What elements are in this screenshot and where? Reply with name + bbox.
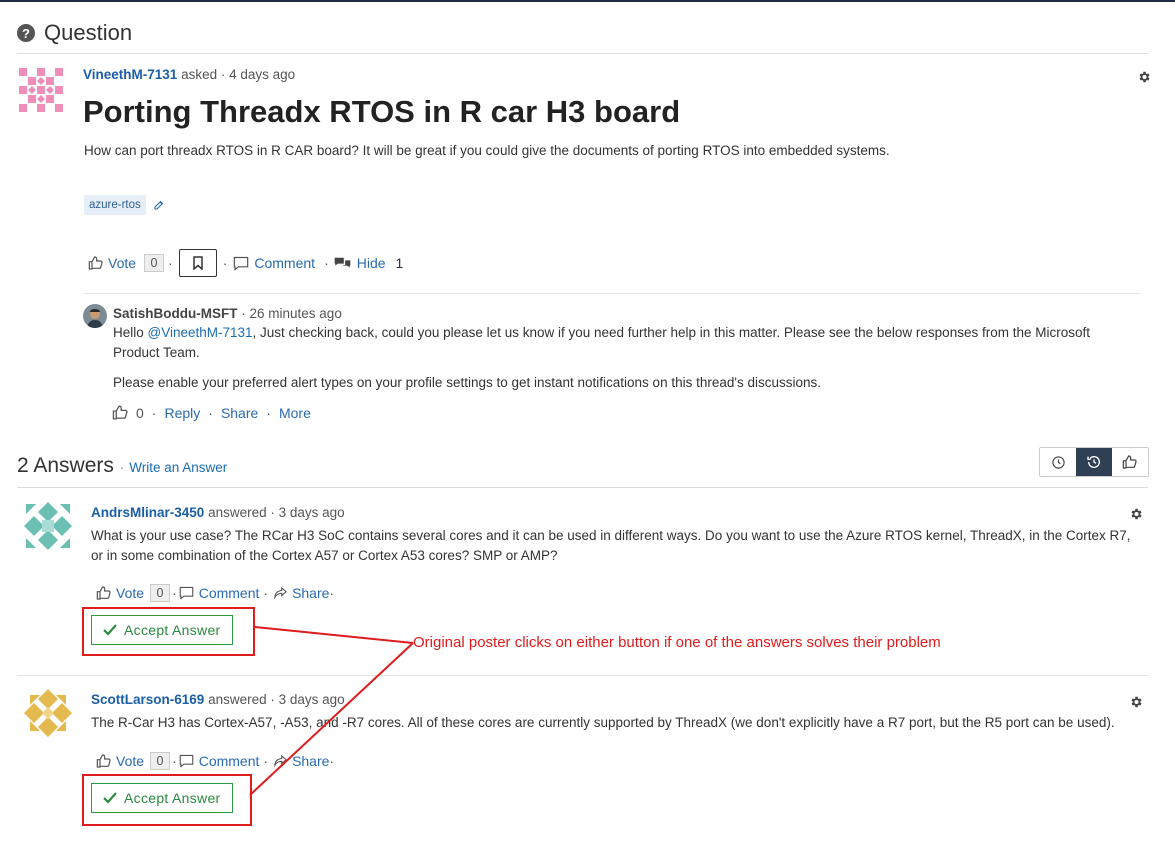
thumbs-up-icon[interactable]	[96, 753, 112, 769]
separator-dot: ·	[119, 460, 125, 475]
question-body: How can port threadx RTOS in R CAR board…	[84, 143, 890, 158]
more-button[interactable]: More	[279, 405, 311, 421]
separator-dot: ·	[168, 255, 173, 271]
hide-comments-button[interactable]: Hide	[357, 255, 386, 271]
separator-dot: ·	[151, 404, 157, 421]
highlight-box	[82, 607, 255, 656]
share-button[interactable]: Share	[292, 753, 329, 769]
gear-icon[interactable]	[1129, 507, 1143, 521]
asker-name[interactable]: VineethM-7131	[83, 67, 177, 82]
reply-button[interactable]: Reply	[164, 405, 200, 421]
comment-icon[interactable]	[179, 754, 194, 768]
answer-body: What is your use case? The RCar H3 SoC c…	[91, 528, 1131, 563]
answer-actions: Vote 0 · Comment · Share ·	[96, 752, 334, 770]
question-title: Porting Threadx RTOS in R car H3 board	[83, 94, 681, 129]
mention-link[interactable]: @VineethM-7131	[148, 325, 253, 340]
comment-button[interactable]: Comment	[199, 585, 260, 601]
divider	[17, 675, 1148, 676]
history-icon	[1087, 456, 1100, 468]
vote-count: 0	[144, 254, 165, 272]
comment-icon[interactable]	[179, 586, 194, 600]
comment-text: , Just checking back, could you please l…	[113, 325, 1090, 360]
thumbs-up-icon[interactable]	[88, 255, 104, 271]
comments-icon[interactable]	[334, 256, 351, 270]
answerer-avatar[interactable]	[24, 689, 72, 737]
answerer-name[interactable]: ScottLarson-6169	[91, 692, 204, 707]
sort-oldest-button[interactable]	[1076, 448, 1112, 476]
comment-actions: 0 · Reply · Share · More	[112, 404, 311, 421]
edit-tags-icon[interactable]	[153, 199, 165, 211]
separator-dot: ·	[263, 585, 269, 601]
comment-meta: SatishBoddu-MSFT · 26 minutes ago	[113, 306, 342, 321]
tag-azure-rtos[interactable]: azure-rtos	[84, 195, 146, 215]
share-icon[interactable]	[273, 754, 288, 768]
commenter-name[interactable]: SatishBoddu-MSFT	[113, 306, 238, 321]
question-circle-icon: ?	[17, 24, 35, 42]
separator-dot: ·	[329, 753, 335, 769]
separator-dot: ·	[263, 753, 269, 769]
divider	[84, 293, 1140, 294]
answers-header: 2 Answers · Write an Answer	[17, 454, 227, 478]
separator-dot: ·	[324, 255, 329, 271]
clock-icon	[1051, 455, 1065, 469]
vote-count: 0	[150, 584, 171, 602]
sort-toggle	[1039, 447, 1149, 477]
thumbs-up-icon	[1122, 455, 1137, 469]
question-actions: Vote 0 · · Comment · Hide 1	[88, 249, 403, 277]
comment-button[interactable]: Comment	[254, 255, 315, 271]
write-answer-link[interactable]: Write an Answer	[129, 460, 227, 475]
share-button[interactable]: Share	[221, 405, 258, 421]
comment-icon[interactable]	[233, 256, 249, 271]
answered-time: answered · 3 days ago	[208, 505, 345, 520]
annotation-text: Original poster clicks on either button …	[413, 634, 941, 651]
separator-dot: ·	[172, 753, 177, 769]
separator-dot: ·	[266, 404, 271, 421]
question-meta: VineethM-7131 asked · 4 days ago	[83, 67, 295, 82]
page-title: Question	[44, 20, 133, 45]
vote-count: 0	[150, 752, 171, 770]
comment-button[interactable]: Comment	[199, 753, 260, 769]
highlight-box	[82, 774, 252, 826]
like-count: 0	[136, 404, 144, 421]
sort-newest-button[interactable]	[1040, 448, 1076, 476]
separator-dot: ·	[208, 404, 213, 421]
answered-time: answered · 3 days ago	[208, 692, 345, 707]
answer-actions: Vote 0 · Comment · Share ·	[96, 584, 334, 602]
answer-body: The R-Car H3 has Cortex-A57, -A53, and -…	[91, 715, 1115, 730]
vote-button[interactable]: Vote	[116, 585, 144, 601]
separator-dot: ·	[329, 585, 335, 601]
comment-time: · 26 minutes ago	[241, 306, 342, 321]
gear-icon[interactable]	[1137, 70, 1151, 84]
separator-dot: ·	[172, 585, 177, 601]
commenter-avatar[interactable]	[83, 304, 107, 328]
gear-icon[interactable]	[1129, 695, 1143, 709]
thumbs-up-icon[interactable]	[96, 585, 112, 601]
top-border	[0, 0, 1175, 2]
answerer-avatar[interactable]	[24, 502, 72, 550]
bookmark-icon	[192, 256, 203, 270]
divider	[17, 53, 1148, 54]
answer-meta: AndrsMlinar-3450 answered · 3 days ago	[91, 505, 345, 520]
sort-votes-button[interactable]	[1112, 448, 1148, 476]
separator-dot: ·	[222, 255, 228, 271]
share-button[interactable]: Share	[292, 585, 329, 601]
share-icon[interactable]	[273, 586, 288, 600]
answerer-name[interactable]: AndrsMlinar-3450	[91, 505, 204, 520]
comment-body: Hello @VineethM-7131, Just checking back…	[113, 323, 1123, 363]
answer-meta: ScottLarson-6169 answered · 3 days ago	[91, 692, 345, 707]
divider	[17, 487, 1148, 488]
asked-time: asked · 4 days ago	[181, 67, 296, 82]
bookmark-button[interactable]	[178, 249, 217, 277]
answers-count-title: 2 Answers	[17, 454, 114, 477]
like-icon[interactable]	[112, 404, 129, 421]
comment-text: Hello	[113, 325, 148, 340]
comment-note: Please enable your preferred alert types…	[113, 375, 821, 390]
vote-button[interactable]: Vote	[108, 255, 136, 271]
question-header: ? Question	[17, 20, 132, 46]
comments-count: 1	[395, 255, 404, 271]
asker-avatar[interactable]	[19, 68, 63, 112]
vote-button[interactable]: Vote	[116, 753, 144, 769]
